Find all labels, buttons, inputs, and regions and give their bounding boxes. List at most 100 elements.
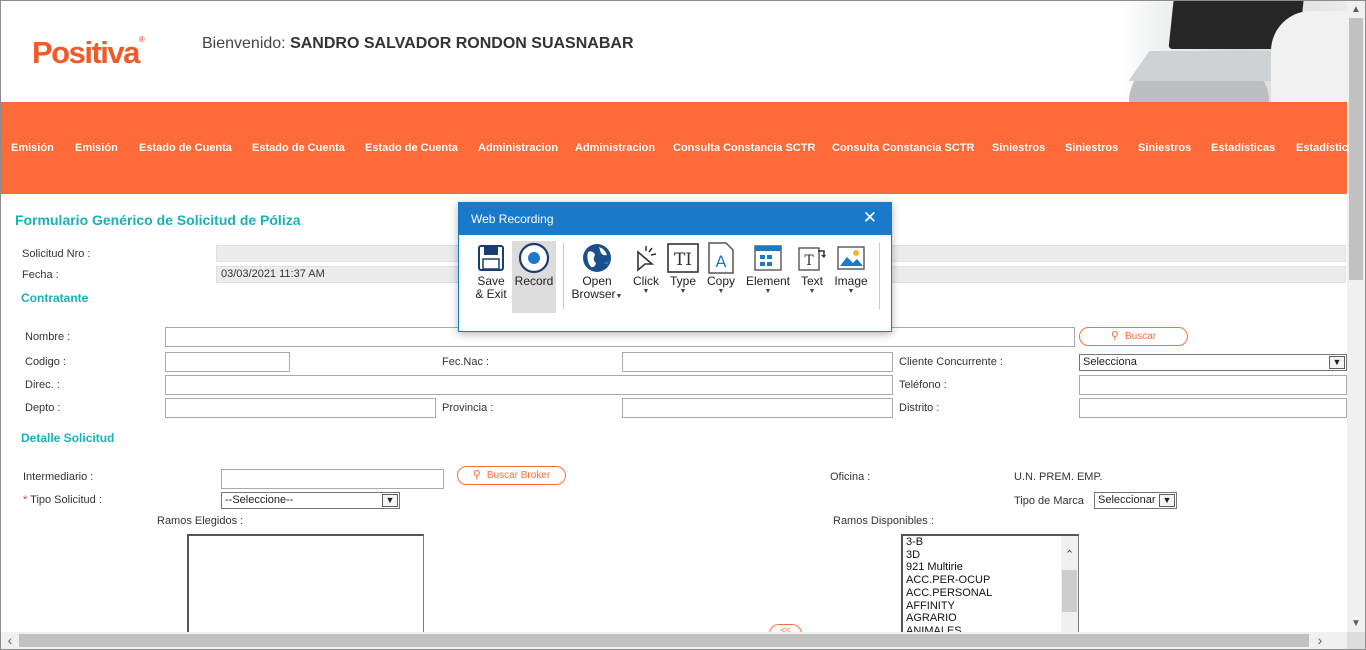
horizontal-scrollbar[interactable]: ‹ › <box>1 632 1347 649</box>
scroll-left-icon[interactable]: ‹ <box>1 632 19 649</box>
nav-item-consulta-constancia[interactable]: Consulta Constancia SCTR <box>673 142 815 154</box>
codigo-label: Codigo : <box>25 356 66 368</box>
type-text-icon: TI <box>665 241 701 275</box>
svg-text:T: T <box>804 253 814 269</box>
click-button[interactable]: Click ▼ <box>627 241 665 313</box>
nav-item-estadisticas[interactable]: Estadísticas <box>1211 142 1275 154</box>
fecnac-input[interactable] <box>622 352 893 372</box>
save-icon <box>472 241 510 275</box>
chevron-down-icon: ▼ <box>382 494 398 507</box>
svg-text:A: A <box>716 252 727 271</box>
header-hero-image <box>1121 1 1347 102</box>
list-scrollbar[interactable]: ⌃ <box>1061 536 1078 643</box>
chevron-down-icon: ▼ <box>1159 494 1175 507</box>
list-item[interactable]: 921 Multirie <box>903 561 1078 574</box>
nav-item-estado-de-cuenta[interactable]: Estado de Cuenta <box>139 142 232 154</box>
buscar-button[interactable]: ⚲ Buscar <box>1079 327 1188 346</box>
cliente-concurrente-label: Cliente Concurrente : <box>899 356 1003 368</box>
welcome-label: Bienvenido: <box>202 35 286 52</box>
image-icon <box>831 241 871 275</box>
record-icon <box>512 241 556 275</box>
element-button[interactable]: Element ▼ <box>743 241 793 313</box>
chevron-up-icon[interactable]: ⌃ <box>1061 548 1078 561</box>
save-exit-button[interactable]: Save & Exit <box>472 241 510 313</box>
nav-item-estado-de-cuenta[interactable]: Estado de Cuenta <box>365 142 458 154</box>
telefono-label: Teléfono : <box>899 379 947 391</box>
copy-document-icon: A <box>703 241 739 275</box>
scroll-thumb[interactable] <box>19 634 1309 647</box>
nav-item-emision[interactable]: Emisión <box>75 142 118 154</box>
oficina-value: U.N. PREM. EMP. <box>1014 471 1103 483</box>
toolbar-separator <box>879 243 880 309</box>
scroll-corner <box>1347 632 1365 649</box>
required-mark: * <box>23 494 28 506</box>
scroll-up-icon[interactable]: ▲ <box>1347 1 1365 18</box>
chevron-down-icon: ▼ <box>1329 356 1345 369</box>
nav-item-administracion[interactable]: Administracion <box>478 142 558 154</box>
tipo-marca-select[interactable]: Seleccionar ▼ <box>1094 492 1177 509</box>
list-item[interactable]: ACC.PERSONAL <box>903 587 1078 600</box>
nombre-label: Nombre : <box>25 331 71 343</box>
solicitud-label: Solicitud Nro : <box>22 248 91 260</box>
text-button[interactable]: T Text ▼ <box>795 241 829 313</box>
nav-item-estado-de-cuenta[interactable]: Estado de Cuenta <box>252 142 345 154</box>
oficina-label: Oficina : <box>830 471 871 483</box>
open-browser-button[interactable]: Open Browser▼ <box>571 241 623 313</box>
list-item[interactable]: ACC.PER-OCUP <box>903 574 1078 587</box>
copy-button[interactable]: A Copy ▼ <box>703 241 739 313</box>
provincia-input[interactable] <box>622 398 893 418</box>
form-title: Formulario Genérico de Solicitud de Póli… <box>15 212 301 228</box>
intermediario-label: Intermediario : <box>23 471 94 483</box>
nav-item-consulta-constancia[interactable]: Consulta Constancia SCTR <box>832 142 974 154</box>
tipo-marca-label: Tipo de Marca <box>1014 495 1084 507</box>
scroll-right-icon[interactable]: › <box>1311 632 1329 649</box>
image-button[interactable]: Image ▼ <box>831 241 871 313</box>
list-item[interactable]: 3D <box>903 549 1078 562</box>
ramos-disponibles-label: Ramos Disponibles : <box>833 515 934 527</box>
web-recording-dialog: Web Recording ✕ Save & Exit Record Open … <box>458 202 892 332</box>
user-name: SANDRO SALVADOR RONDON SUASNABAR <box>290 35 634 52</box>
nav-item-siniestros[interactable]: Siniestros <box>1138 142 1191 154</box>
depto-label: Depto : <box>25 402 61 414</box>
nav-item-administracion[interactable]: Administracion <box>575 142 655 154</box>
ramos-elegidos-list[interactable] <box>187 534 424 644</box>
close-icon[interactable]: ✕ <box>863 209 877 227</box>
nav-item-siniestros[interactable]: Siniestros <box>1065 142 1118 154</box>
direc-label: Direc. : <box>25 379 60 391</box>
toolbar-separator <box>563 243 564 309</box>
tipo-solicitud-label: * Tipo Solicitud : <box>23 494 102 506</box>
scroll-down-icon[interactable]: ▼ <box>1347 615 1365 632</box>
distrito-input[interactable] <box>1079 398 1347 418</box>
svg-text:TI: TI <box>674 250 692 270</box>
provincia-label: Provincia : <box>442 402 494 414</box>
codigo-input[interactable] <box>165 352 290 372</box>
intermediario-input[interactable] <box>221 469 444 489</box>
tipo-solicitud-select[interactable]: --Seleccione-- ▼ <box>221 492 400 509</box>
positiva-logo[interactable]: Positiva® <box>32 35 145 71</box>
site-header: Positiva® Bienvenido: SANDRO SALVADOR RO… <box>1 1 1347 102</box>
type-button[interactable]: TI Type ▼ <box>665 241 701 313</box>
section-contratante: Contratante <box>21 291 89 305</box>
distrito-label: Distrito : <box>899 402 940 414</box>
record-button[interactable]: Record <box>512 241 556 313</box>
scroll-thumb[interactable] <box>1349 18 1363 280</box>
list-item[interactable]: 3-B <box>903 536 1078 549</box>
nav-item-siniestros[interactable]: Siniestros <box>992 142 1045 154</box>
nav-item-emision[interactable]: Emisión <box>11 142 54 154</box>
direc-input[interactable] <box>165 375 893 395</box>
text-extract-icon: T <box>795 241 829 275</box>
fecha-label: Fecha : <box>22 269 59 281</box>
list-item[interactable]: AFFINITY <box>903 600 1078 613</box>
telefono-input[interactable] <box>1079 375 1347 395</box>
cliente-concurrente-select[interactable]: Selecciona ▼ <box>1079 354 1347 371</box>
ramos-elegidos-label: Ramos Elegidos : <box>157 515 244 527</box>
cursor-click-icon <box>627 241 665 275</box>
main-nav: Emisión Emisión Estado de Cuenta Estado … <box>1 102 1347 194</box>
dialog-title: Web Recording <box>459 203 891 235</box>
vertical-scrollbar[interactable]: ▲ ▼ <box>1347 1 1365 632</box>
nav-item-estadisticas[interactable]: Estadísticas <box>1296 142 1347 154</box>
list-item[interactable]: AGRARIO <box>903 612 1078 625</box>
ramos-disponibles-list[interactable]: 3-B 3D 921 Multirie ACC.PER-OCUP ACC.PER… <box>901 534 1079 644</box>
depto-input[interactable] <box>165 398 436 418</box>
buscar-broker-button[interactable]: ⚲ Buscar Broker <box>457 466 566 485</box>
